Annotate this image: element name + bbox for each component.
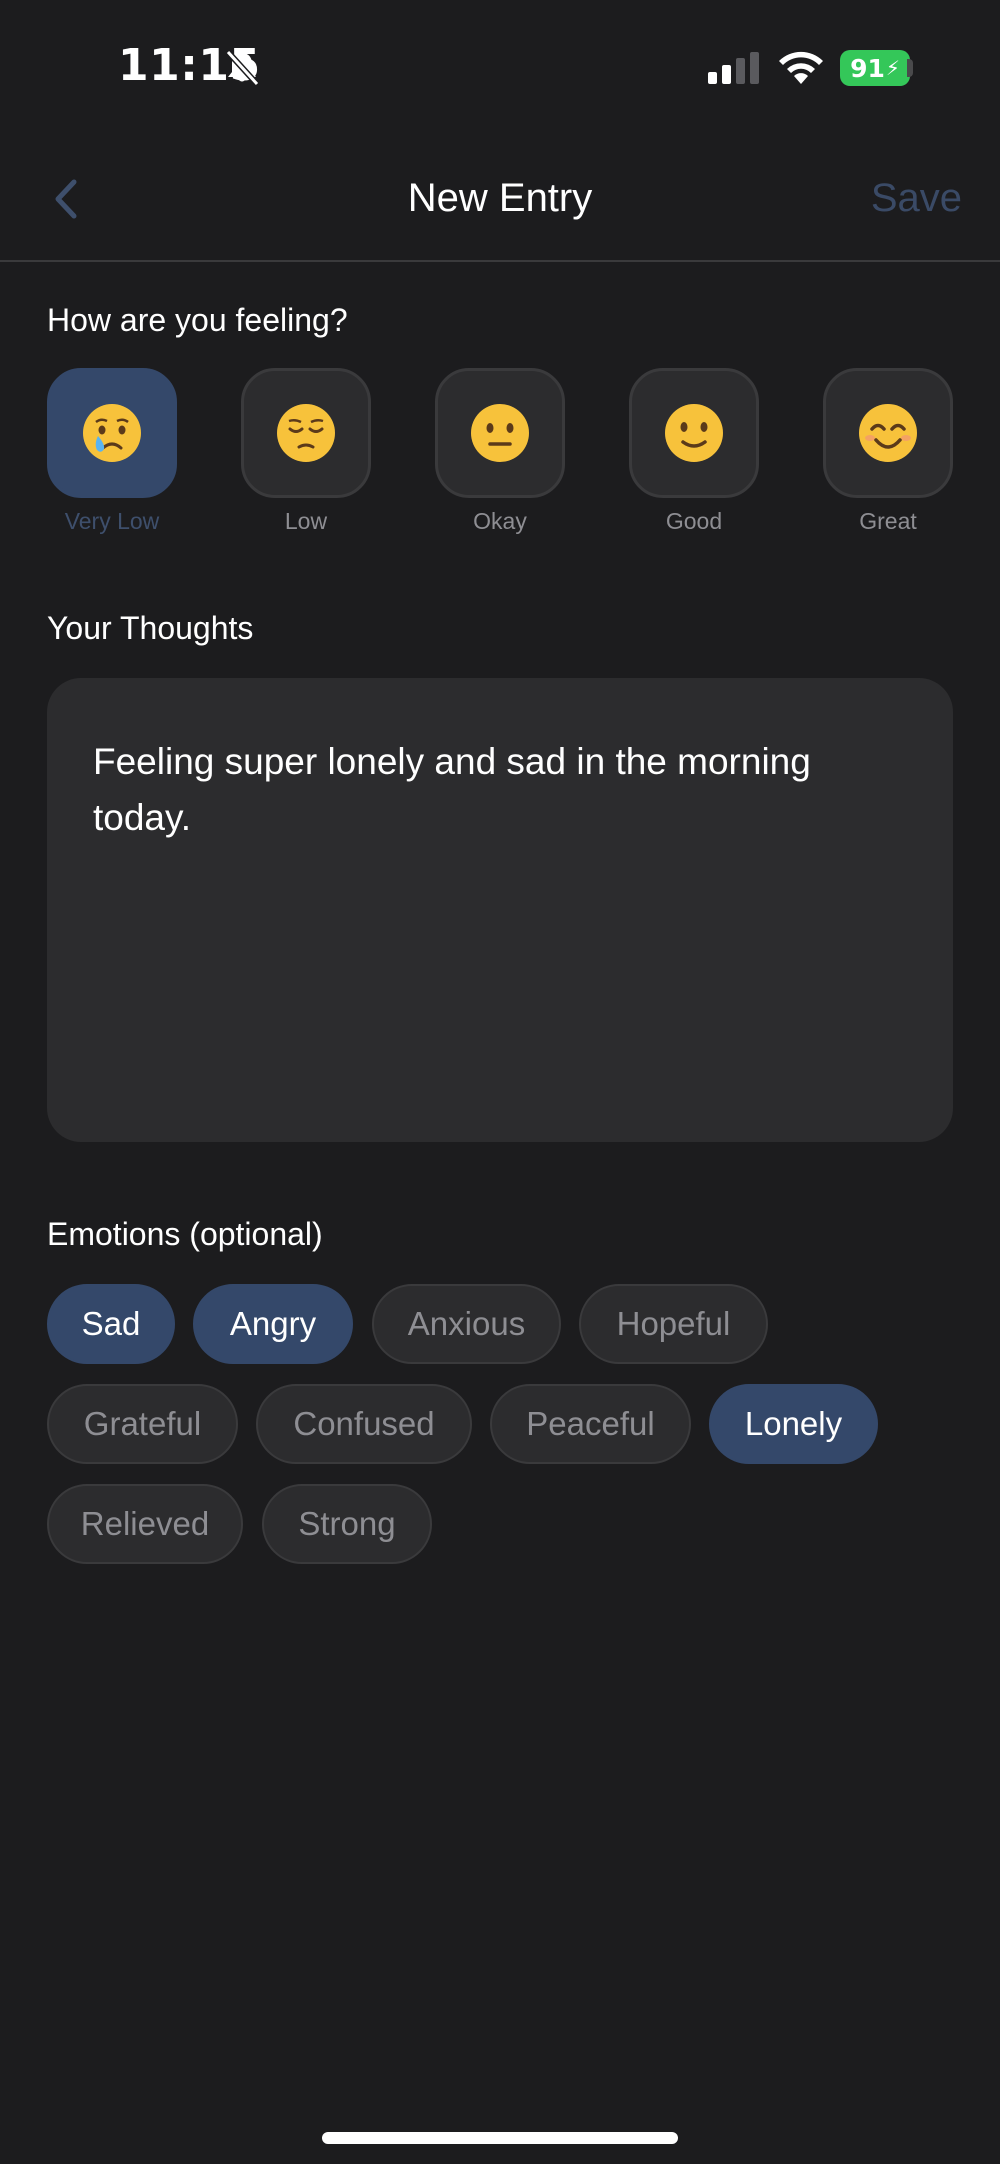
emotion-chip-anxious[interactable]: Anxious	[372, 1284, 561, 1364]
emotion-chip-lonely[interactable]: Lonely	[709, 1384, 878, 1464]
battery-indicator: 91 ⚡	[840, 50, 910, 86]
thoughts-text: Feeling super lonely and sad in the morn…	[93, 741, 811, 838]
neutral-face-icon	[471, 404, 529, 462]
emotion-chip-peaceful[interactable]: Peaceful	[490, 1384, 691, 1464]
thoughts-textarea[interactable]: Feeling super lonely and sad in the morn…	[47, 678, 953, 1142]
home-indicator[interactable]	[322, 2132, 678, 2144]
mood-label: Great	[859, 508, 917, 534]
wifi-icon	[779, 51, 823, 84]
charging-bolt-icon: ⚡	[885, 56, 900, 80]
smiling-face-with-smiling-eyes-icon	[859, 404, 917, 462]
pensive-face-icon	[277, 404, 335, 462]
mood-selector: Very Low Low Okay Good Great	[47, 368, 953, 538]
emotion-chip-hopeful[interactable]: Hopeful	[579, 1284, 768, 1364]
mood-label: Okay	[473, 508, 527, 534]
emotion-chip-angry[interactable]: Angry	[193, 1284, 353, 1364]
emotion-chip-sad[interactable]: Sad	[47, 1284, 175, 1364]
mood-tile[interactable]	[241, 368, 371, 498]
battery-level: 91	[850, 53, 885, 83]
slightly-smiling-face-icon	[665, 404, 723, 462]
crying-face-icon	[83, 404, 141, 462]
mood-label: Low	[284, 508, 328, 534]
mood-tile[interactable]	[629, 368, 759, 498]
navigation-bar: New Entry Save	[0, 150, 1000, 262]
mood-label: Very Low	[64, 508, 160, 534]
battery-cap	[907, 59, 913, 77]
status-bar: 11:15 91 ⚡	[0, 0, 1000, 130]
mood-option-very-low[interactable]: Very Low	[47, 368, 177, 535]
emotions-label: Emotions (optional)	[47, 1216, 323, 1252]
bell-slash-icon	[225, 49, 260, 87]
mood-option-okay[interactable]: Okay	[435, 368, 565, 535]
emotion-chip-grateful[interactable]: Grateful	[47, 1384, 238, 1464]
mood-tile[interactable]	[823, 368, 953, 498]
page-title: New Entry	[407, 176, 593, 220]
mood-option-great[interactable]: Great	[823, 368, 953, 535]
mood-option-low[interactable]: Low	[241, 368, 371, 535]
save-button[interactable]: Save	[871, 176, 962, 221]
mood-tile[interactable]	[435, 368, 565, 498]
mood-label: Good	[665, 508, 723, 534]
emotion-chip-confused[interactable]: Confused	[256, 1384, 472, 1464]
cellular-signal-icon	[708, 52, 759, 84]
emotion-chip-relieved[interactable]: Relieved	[47, 1484, 243, 1564]
mood-prompt: How are you feeling?	[47, 302, 348, 338]
mood-tile[interactable]	[47, 368, 177, 498]
mood-option-good[interactable]: Good	[629, 368, 759, 535]
emotion-chip-strong[interactable]: Strong	[262, 1484, 432, 1564]
thoughts-label: Your Thoughts	[47, 610, 254, 646]
